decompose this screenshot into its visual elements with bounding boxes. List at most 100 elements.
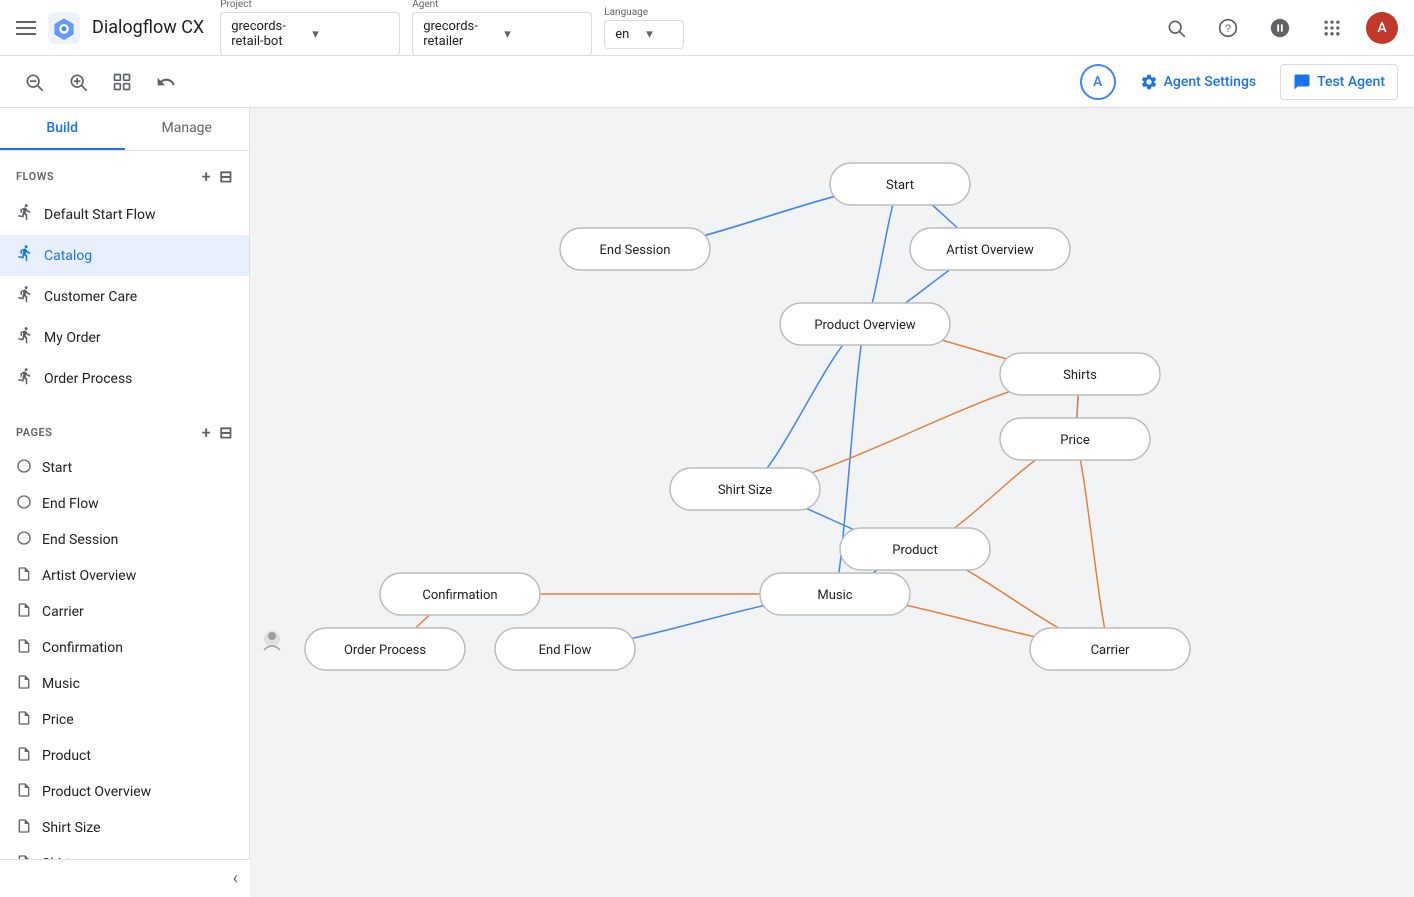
project-dropdown-group: Project grecords-retail-bot ▾: [220, 0, 400, 56]
fit-screen-button[interactable]: [104, 64, 140, 100]
add-flow-icon[interactable]: +: [202, 167, 211, 186]
node-music[interactable]: Music: [760, 573, 910, 615]
hamburger-menu[interactable]: [16, 21, 36, 35]
collapse-sidebar-button[interactable]: ‹: [233, 868, 238, 889]
flow-label-customer-care: Customer Care: [44, 289, 137, 305]
page-label-music: Music: [42, 676, 80, 692]
sidebar-tabs: Build Manage: [0, 108, 249, 151]
flow-canvas[interactable]: Start End Session Artist Overview Product O…: [250, 108, 1414, 897]
test-agent-label: Test Agent: [1317, 74, 1385, 90]
topbar-actions: ? A: [1158, 10, 1398, 46]
node-confirmation[interactable]: Confirmation: [380, 573, 540, 615]
flow-icon: [16, 367, 34, 390]
node-label-product-overview: Product Overview: [814, 318, 916, 333]
node-label-start: Start: [886, 178, 914, 193]
delete-page-icon[interactable]: ⊟: [219, 423, 233, 442]
page-label-product: Product: [42, 748, 91, 764]
agent-value: grecords-retailer: [423, 19, 500, 49]
node-label-price: Price: [1060, 433, 1090, 448]
flow-label-default-start-flow: Default Start Flow: [44, 207, 156, 223]
agent-settings-button[interactable]: Agent Settings: [1128, 65, 1268, 99]
project-dropdown[interactable]: grecords-retail-bot ▾: [220, 12, 400, 56]
node-shirt-size[interactable]: Shirt Size: [670, 468, 820, 510]
pages-label: PAGES: [16, 426, 52, 439]
page-label-start: Start: [42, 460, 72, 476]
doc-icon: [16, 674, 32, 694]
sidebar-item-my-order[interactable]: My Order: [0, 317, 249, 358]
node-end-session[interactable]: End Session: [560, 228, 710, 270]
page-label-end-flow: End Flow: [42, 496, 99, 512]
sidebar-item-catalog[interactable]: Catalog: [0, 235, 249, 276]
node-carrier[interactable]: Carrier: [1030, 628, 1190, 670]
pages-section: PAGES + ⊟ Start End Flow End Sessi: [0, 407, 249, 890]
delete-flow-icon[interactable]: ⊟: [219, 167, 233, 186]
tab-build[interactable]: Build: [0, 108, 125, 150]
page-item-start[interactable]: Start: [0, 450, 249, 486]
search-icon[interactable]: [1158, 10, 1194, 46]
canvas-toolbar: A Agent Settings Test Agent: [0, 56, 1414, 108]
flow-label-order-process: Order Process: [44, 371, 132, 387]
tab-manage[interactable]: Manage: [125, 108, 250, 150]
doc-icon: [16, 638, 32, 658]
pages-list: Start End Flow End Session Artist Overvi…: [0, 450, 249, 882]
page-item-confirmation[interactable]: Confirmation: [0, 630, 249, 666]
page-item-carrier[interactable]: Carrier: [0, 594, 249, 630]
sidebar-footer: ‹: [0, 859, 250, 897]
language-label: Language: [604, 7, 684, 18]
edge: [745, 324, 865, 489]
add-page-icon[interactable]: +: [202, 423, 211, 442]
node-label-artist-overview: Artist Overview: [946, 243, 1034, 258]
node-label-shirts: Shirts: [1063, 368, 1097, 383]
doc-icon: [16, 710, 32, 730]
node-order-process[interactable]: Order Process: [305, 628, 465, 670]
agent-dropdown[interactable]: grecords-retailer ▾: [412, 12, 592, 56]
help-icon[interactable]: ?: [1210, 10, 1246, 46]
app-name: Dialogflow CX: [92, 17, 204, 38]
flow-diagram: Start End Session Artist Overview Product O…: [250, 108, 1414, 897]
node-artist-overview[interactable]: Artist Overview: [910, 228, 1070, 270]
agent-chevron-icon: ▾: [504, 27, 581, 42]
page-item-end-flow[interactable]: End Flow: [0, 486, 249, 522]
apps-icon[interactable]: [1314, 10, 1350, 46]
zoom-in-button[interactable]: [60, 64, 96, 100]
node-label-confirmation: Confirmation: [422, 588, 497, 603]
test-agent-button[interactable]: Test Agent: [1280, 64, 1398, 100]
flow-icon: [16, 244, 34, 267]
node-shirts[interactable]: Shirts: [1000, 353, 1160, 395]
topbar-dropdowns: Project grecords-retail-bot ▾ Agent grec…: [220, 0, 1142, 56]
flow-label-my-order: My Order: [44, 330, 101, 346]
node-end-flow[interactable]: End Flow: [495, 628, 635, 670]
agent-dropdown-group: Agent grecords-retailer ▾: [412, 0, 592, 56]
project-chevron-icon: ▾: [312, 27, 389, 42]
page-item-product-overview[interactable]: Product Overview: [0, 774, 249, 810]
page-label-artist-overview: Artist Overview: [42, 568, 136, 584]
page-label-confirmation: Confirmation: [42, 640, 123, 656]
node-label-order-process: Order Process: [344, 643, 426, 658]
node-product-overview[interactable]: Product Overview: [780, 303, 950, 345]
node-product[interactable]: Product: [840, 528, 990, 570]
page-label-price: Price: [42, 712, 74, 728]
sidebar-item-customer-care[interactable]: Customer Care: [0, 276, 249, 317]
page-item-music[interactable]: Music: [0, 666, 249, 702]
sidebar-item-default-start-flow[interactable]: Default Start Flow: [0, 194, 249, 235]
flows-section: FLOWS + ⊟ Default Start Flow Catalog Cus…: [0, 151, 249, 407]
flows-actions: + ⊟: [202, 167, 233, 186]
page-item-product[interactable]: Product: [0, 738, 249, 774]
page-item-shirt-size[interactable]: Shirt Size: [0, 810, 249, 846]
zoom-out-button[interactable]: [16, 64, 52, 100]
page-item-price[interactable]: Price: [0, 702, 249, 738]
undo-button[interactable]: [148, 64, 184, 100]
sidebar-item-order-process[interactable]: Order Process: [0, 358, 249, 399]
page-item-end-session[interactable]: End Session: [0, 522, 249, 558]
flows-section-header: FLOWS + ⊟: [0, 159, 249, 194]
node-price[interactable]: Price: [1000, 418, 1150, 460]
support-icon[interactable]: [1262, 10, 1298, 46]
page-item-artist-overview[interactable]: Artist Overview: [0, 558, 249, 594]
page-label-shirt-size: Shirt Size: [42, 820, 101, 836]
user-avatar[interactable]: A: [1366, 12, 1398, 44]
edge: [1075, 439, 1110, 649]
language-dropdown-group: Language en ▾: [604, 7, 684, 49]
page-label-product-overview: Product Overview: [42, 784, 151, 800]
node-start[interactable]: Start: [830, 163, 970, 205]
language-dropdown[interactable]: en ▾: [604, 20, 684, 49]
